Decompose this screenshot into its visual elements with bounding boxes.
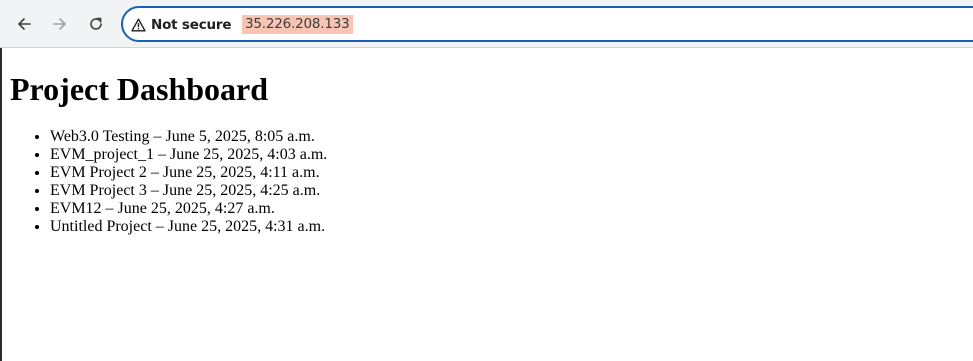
browser-toolbar: Not secure 35.226.208.133 (0, 0, 973, 48)
back-button[interactable] (9, 9, 39, 39)
list-item: EVM Project 2 – June 25, 2025, 4:11 a.m. (50, 164, 327, 182)
security-indicator[interactable]: Not secure (131, 15, 232, 35)
url-text[interactable]: 35.226.208.133 (242, 15, 353, 34)
reload-button[interactable] (81, 9, 111, 39)
address-bar[interactable]: Not secure 35.226.208.133 (121, 6, 973, 42)
list-item: EVM12 – June 25, 2025, 4:27 a.m. (50, 200, 327, 218)
list-item: EVM_project_1 – June 25, 2025, 4:03 a.m. (50, 146, 327, 164)
list-item: Web3.0 Testing – June 5, 2025, 8:05 a.m. (50, 128, 327, 146)
security-label: Not secure (151, 17, 232, 33)
back-arrow-icon (16, 16, 32, 32)
page-title: Project Dashboard (10, 71, 269, 107)
list-item: Untitled Project – June 25, 2025, 4:31 a… (50, 218, 327, 236)
page-content: Project Dashboard Web3.0 Testing – June … (0, 48, 973, 361)
forward-arrow-icon (52, 16, 68, 32)
forward-button[interactable] (45, 9, 75, 39)
project-list: Web3.0 Testing – June 5, 2025, 8:05 a.m.… (10, 128, 327, 236)
list-item: EVM Project 3 – June 25, 2025, 4:25 a.m. (50, 182, 327, 200)
warning-icon (131, 18, 146, 32)
reload-icon (88, 16, 104, 32)
